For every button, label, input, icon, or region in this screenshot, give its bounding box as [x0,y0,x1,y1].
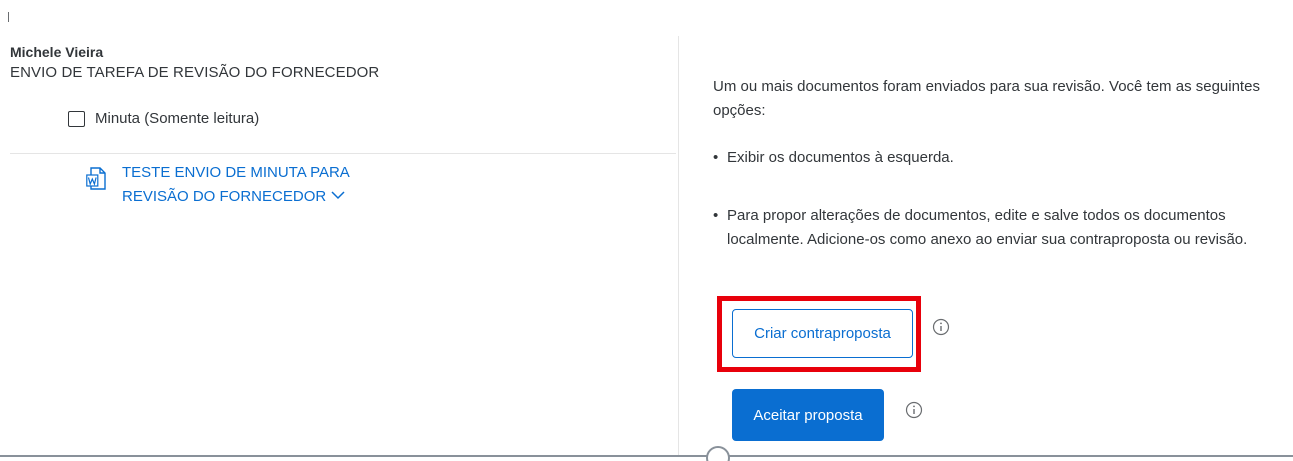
document-folder[interactable]: Minuta (Somente leitura) [68,110,259,127]
instruction-bullet-text: Exibir os documentos à esquerda. [727,149,954,166]
review-page: Michele Vieira ENVIO DE TAREFA DE REVISÃ… [0,0,1293,461]
bullet-dot: • [713,149,719,166]
word-document-icon [86,167,106,190]
instructions-intro: Um ou mais documentos foram enviados par… [713,78,1260,119]
chevron-down-icon[interactable] [330,189,346,201]
instructions-pane: Um ou mais documentos foram enviados par… [679,0,1293,455]
document-name[interactable]: TESTE ENVIO DE MINUTA PARA REVISÃO DO FO… [122,161,350,209]
info-icon[interactable] [932,318,950,336]
info-icon[interactable] [905,401,923,419]
bottom-divider [0,455,1293,457]
create-counter-proposal-button[interactable]: Criar contraproposta [732,309,913,358]
author-name: Michele Vieira [10,44,104,60]
document-link[interactable]: TESTE ENVIO DE MINUTA PARA REVISÃO DO FO… [86,161,350,209]
task-title: ENVIO DE TAREFA DE REVISÃO DO FORNECEDOR [10,64,380,81]
documents-pane: Michele Vieira ENVIO DE TAREFA DE REVISÃ… [0,0,678,455]
document-name-line-2: REVISÃO DO FORNECEDOR [122,185,350,209]
bullet-dot: • [713,207,719,224]
folder-divider [10,153,676,154]
instruction-bullet: • Para propor alterações de documentos, … [713,204,1285,252]
instruction-bullet: • Exibir os documentos à esquerda. [713,146,1273,170]
accept-proposal-button[interactable]: Aceitar proposta [732,389,884,441]
folder-label: Minuta (Somente leitura) [95,110,260,127]
folder-checkbox[interactable] [68,110,85,127]
document-name-line-2-text: REVISÃO DO FORNECEDOR [122,188,327,205]
document-name-line-1: TESTE ENVIO DE MINUTA PARA [122,164,350,181]
instruction-bullet-text: Para propor alterações de documentos, ed… [727,207,1248,248]
